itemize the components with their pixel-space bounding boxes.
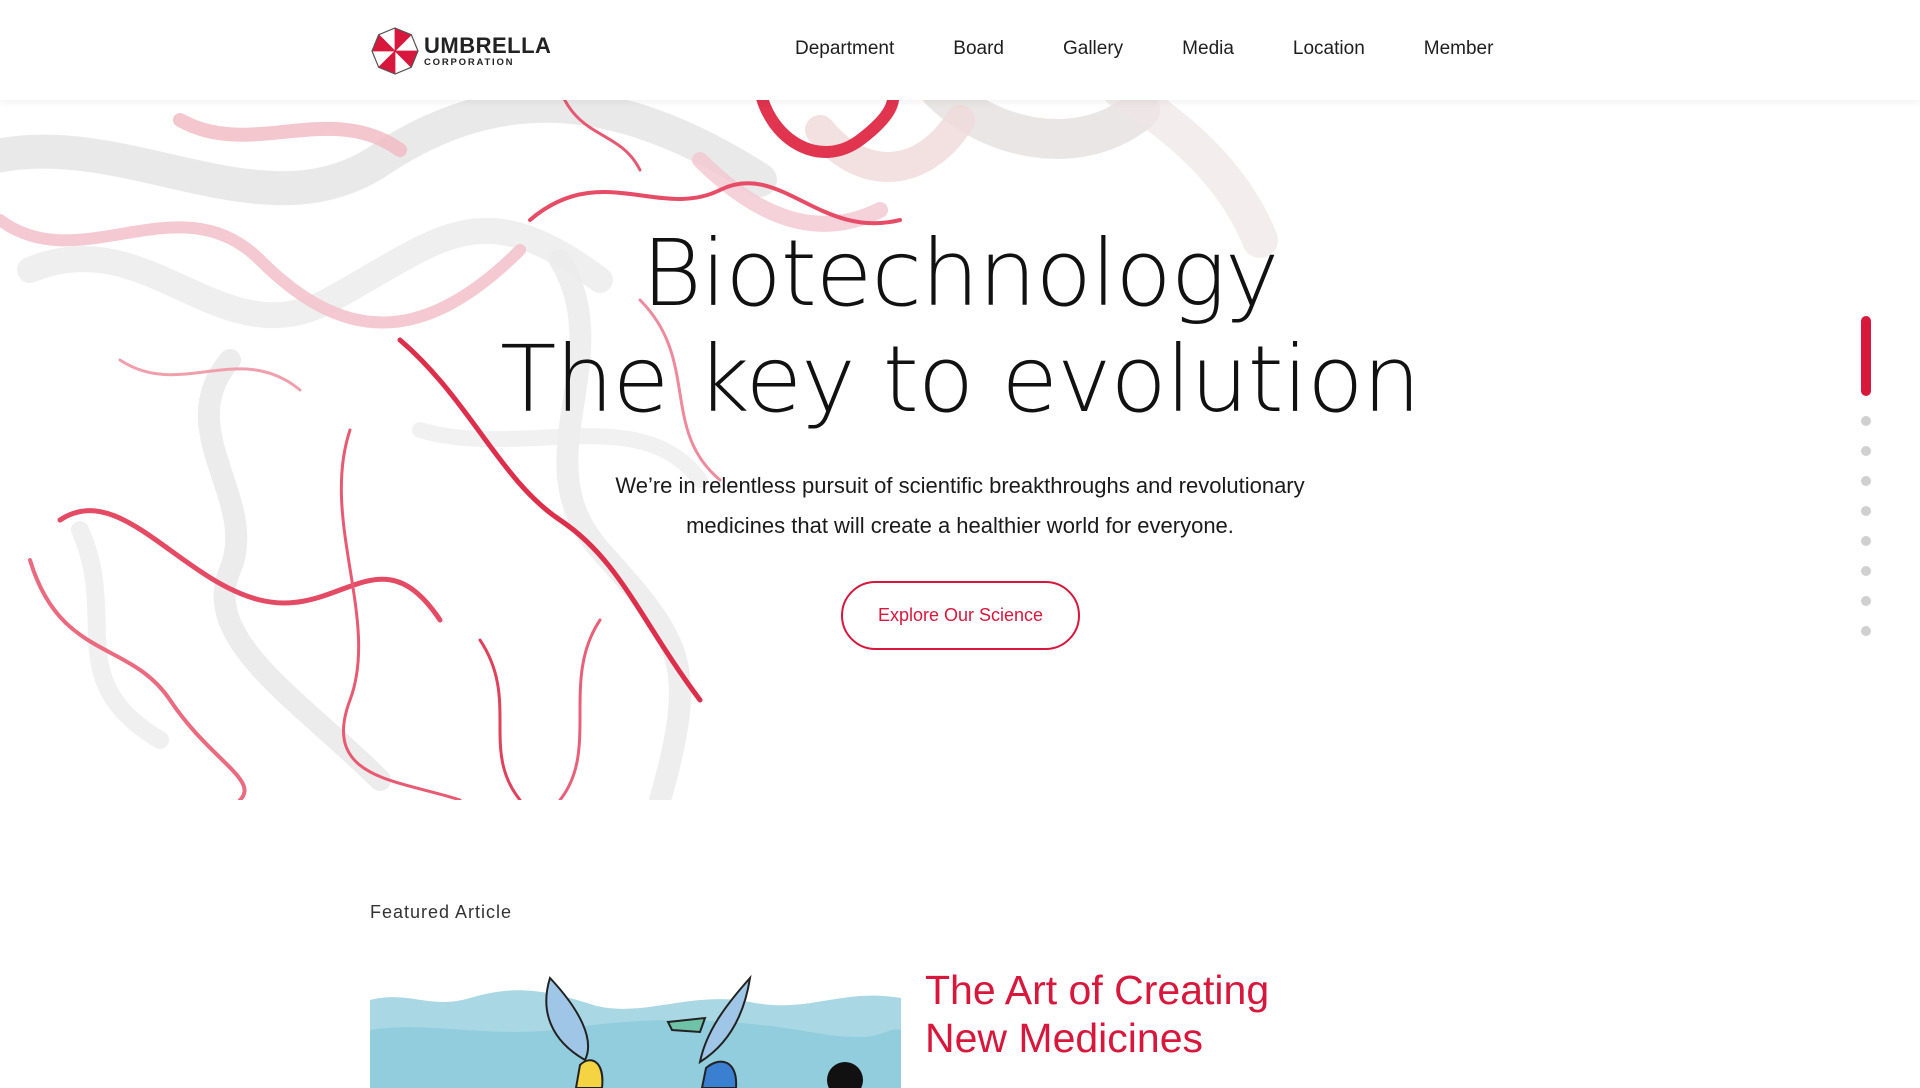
featured-illustration xyxy=(370,970,901,1088)
nav-item-board[interactable]: Board xyxy=(953,38,1004,60)
hero-description-line2: medicines that will create a healthier w… xyxy=(686,513,1234,538)
hero-description-line1: We’re in relentless pursuit of scientifi… xyxy=(615,473,1305,498)
hero-title-line2: The key to evolution xyxy=(500,326,1421,433)
pager-indicator-active[interactable] xyxy=(1861,316,1871,396)
nav-item-location[interactable]: Location xyxy=(1293,38,1365,60)
brand-logo[interactable]: UMBRELLA CORPORATION xyxy=(370,26,551,76)
pager-dot[interactable] xyxy=(1861,626,1871,636)
brand-subtitle: CORPORATION xyxy=(424,56,515,68)
pager-dot[interactable] xyxy=(1861,596,1871,606)
protein-ribbon-background xyxy=(0,100,1278,800)
featured-article-title[interactable]: The Art of Creating New Medicines xyxy=(925,966,1425,1062)
section-pager xyxy=(1860,316,1872,636)
umbrella-logo-icon xyxy=(371,27,419,75)
explore-science-button[interactable]: Explore Our Science xyxy=(841,581,1080,650)
pager-dot[interactable] xyxy=(1861,536,1871,546)
pager-dot[interactable] xyxy=(1861,476,1871,486)
nav-item-media[interactable]: Media xyxy=(1182,38,1234,60)
brand-wordmark: UMBRELLA CORPORATION xyxy=(424,32,552,68)
pager-dot[interactable] xyxy=(1861,566,1871,576)
nav-item-gallery[interactable]: Gallery xyxy=(1063,38,1123,60)
featured-label: Featured Article xyxy=(370,902,513,922)
nav-item-department[interactable]: Department xyxy=(795,38,894,60)
featured-title-line1: The Art of Creating xyxy=(925,967,1270,1013)
hero-title-line1: Biotechnology xyxy=(641,220,1280,327)
brand-name: UMBRELLA xyxy=(424,32,552,58)
pager-dot[interactable] xyxy=(1861,506,1871,516)
pager-dot[interactable] xyxy=(1861,416,1871,426)
hero-description: We’re in relentless pursuit of scientifi… xyxy=(0,466,1920,546)
featured-title-line2: New Medicines xyxy=(925,1015,1203,1061)
nav-item-member[interactable]: Member xyxy=(1424,38,1494,60)
hero-section: Biotechnology The key to evolution We’re… xyxy=(0,100,1920,800)
pager-dot[interactable] xyxy=(1861,446,1871,456)
featured-article-image[interactable] xyxy=(370,970,901,1088)
main-nav: Department Board Gallery Media Location … xyxy=(795,38,1493,60)
site-header: UMBRELLA CORPORATION Department Board Ga… xyxy=(0,0,1920,100)
